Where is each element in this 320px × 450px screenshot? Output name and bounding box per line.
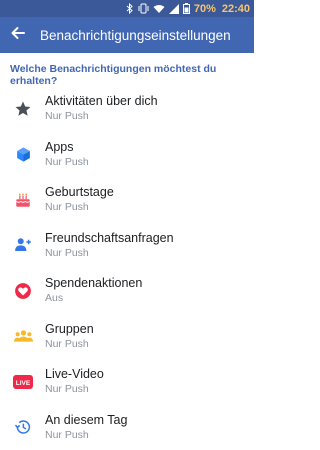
- groups-icon: [11, 326, 35, 346]
- wifi-icon: [153, 4, 165, 14]
- list-item-groups[interactable]: Gruppen Nur Push: [0, 314, 254, 360]
- bluetooth-icon: [126, 3, 134, 14]
- star-icon: [11, 99, 35, 119]
- heart-badge-icon: [11, 281, 35, 301]
- item-status: Nur Push: [45, 246, 89, 259]
- item-status: Nur Push: [45, 428, 89, 441]
- cube-icon: [11, 144, 35, 164]
- live-video-icon: LIVE: [11, 372, 35, 392]
- history-clock-icon: [11, 417, 35, 437]
- list-item-on-this-day[interactable]: An diesem Tag Nur Push: [0, 405, 254, 450]
- item-label: An diesem Tag: [45, 412, 128, 427]
- item-status: Nur Push: [45, 155, 89, 168]
- item-status: Nur Push: [45, 383, 89, 396]
- cake-icon: [11, 190, 35, 210]
- page-title: Benachrichtigungseinstellungen: [40, 27, 231, 43]
- list-item-friend-requests[interactable]: Freundschaftsanfragen Nur Push: [0, 223, 254, 269]
- item-label: Geburtstage: [45, 185, 114, 200]
- back-button[interactable]: [0, 17, 36, 53]
- arrow-left-icon: [11, 26, 25, 45]
- item-label: Apps: [45, 139, 74, 154]
- item-label: Gruppen: [45, 321, 94, 336]
- item-status: Nur Push: [45, 201, 89, 214]
- signal-icon: [168, 3, 179, 14]
- status-bar: 70% 22:40: [0, 0, 254, 17]
- vibrate-icon: [138, 3, 149, 14]
- battery-percent: 70%: [193, 2, 216, 15]
- item-status: Nur Push: [45, 110, 89, 123]
- live-badge-text: LIVE: [16, 380, 31, 387]
- item-status: Aus: [45, 292, 64, 305]
- item-label: Aktivitäten über dich: [45, 94, 158, 109]
- list-item-apps[interactable]: Apps Nur Push: [0, 132, 254, 178]
- section-prompt: Welche Benachrichtigungen möchtest du er…: [10, 63, 217, 87]
- item-label: Freundschaftsanfragen: [45, 230, 174, 245]
- clock: 22:40: [221, 2, 250, 15]
- notification-list: Aktivitäten über dich Nur Push Apps Nur …: [0, 86, 254, 450]
- battery-icon: [182, 3, 190, 14]
- list-item-birthdays[interactable]: Geburtstage Nur Push: [0, 177, 254, 223]
- app-bar: Benachrichtigungseinstellungen: [0, 17, 254, 53]
- list-item-fundraisers[interactable]: Spendenaktionen Aus: [0, 268, 254, 314]
- list-item-live-video[interactable]: LIVE Live-Video Nur Push: [0, 359, 254, 405]
- list-item-activity[interactable]: Aktivitäten über dich Nur Push: [0, 86, 254, 132]
- item-label: Live-Video: [45, 367, 104, 382]
- add-friend-icon: [11, 235, 35, 255]
- item-status: Nur Push: [45, 337, 89, 350]
- item-label: Spendenaktionen: [45, 276, 143, 291]
